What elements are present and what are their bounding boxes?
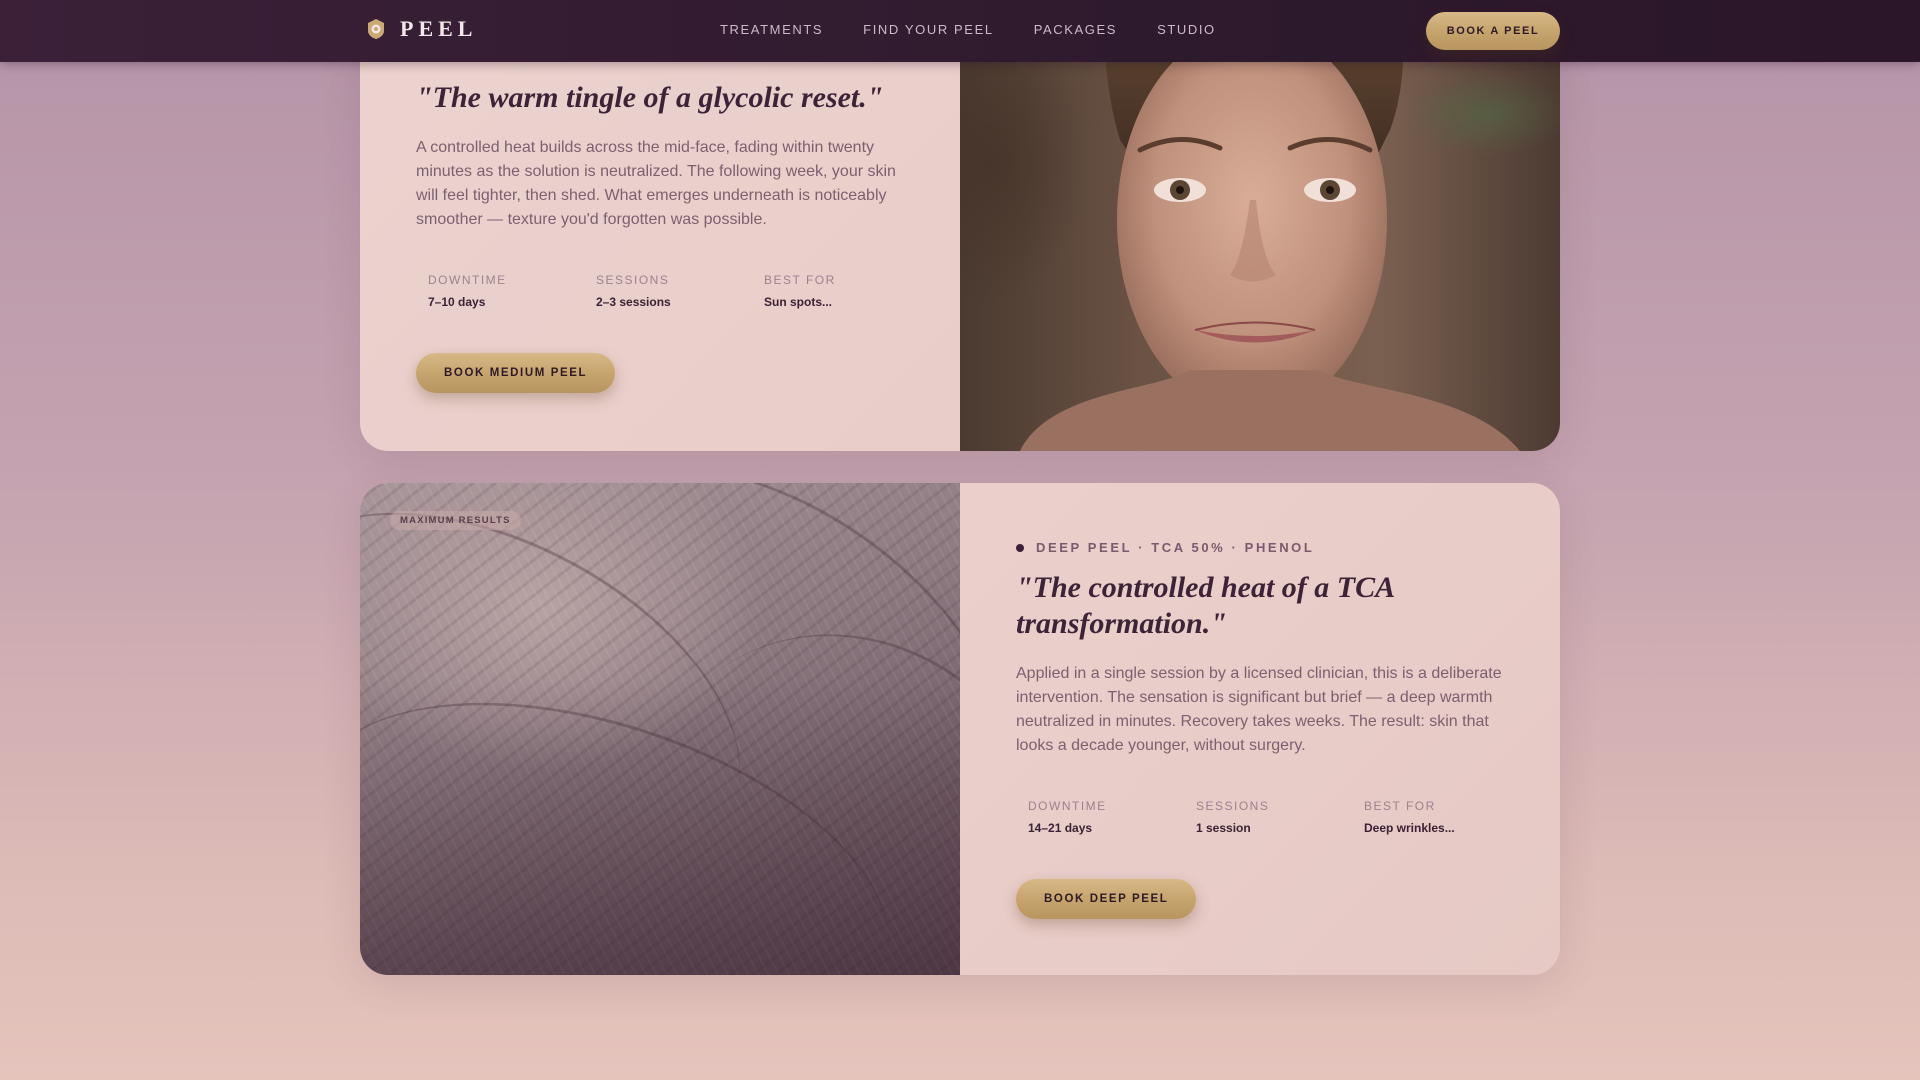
maximum-results-badge: MAXIMUM RESULTS (390, 511, 521, 530)
nav-link-treatments[interactable]: TREATMENTS (720, 22, 823, 37)
deep-peel-text-panel: DEEP PEEL · TCA 50% · PHENOL "The contro… (960, 483, 1560, 975)
nav-link-studio[interactable]: STUDIO (1157, 22, 1216, 37)
stat-sessions: SESSIONS 1 session (1196, 799, 1364, 835)
brand-name: PEEL (400, 16, 478, 41)
medium-peel-card: "The warm tingle of a glycolic reset." A… (360, 0, 1560, 451)
book-deep-peel-button[interactable]: BOOK DEEP PEEL (1016, 879, 1197, 919)
stat-value: 2–3 sessions (596, 295, 671, 309)
bullet-dot-icon (1016, 543, 1024, 552)
brand-logo[interactable]: PEEL (366, 16, 477, 42)
book-medium-peel-button[interactable]: BOOK MEDIUM PEEL (416, 353, 616, 393)
stat-label: BEST FOR (1364, 799, 1436, 813)
nav-link-find-your-peel[interactable]: FIND YOUR PEEL (863, 22, 994, 37)
deep-peel-kicker: DEEP PEEL · TCA 50% · PHENOL (1016, 540, 1314, 555)
medium-peel-stats: DOWNTIME 7–10 days SESSIONS 2–3 sessions… (428, 273, 932, 309)
kicker-text: DEEP PEEL · TCA 50% · PHENOL (1036, 540, 1315, 555)
stat-label: DOWNTIME (1028, 799, 1107, 813)
stat-best-for: BEST FOR Sun spots... (764, 273, 932, 309)
image-shade (360, 483, 960, 975)
stat-label: SESSIONS (1196, 799, 1270, 813)
medium-peel-quote: "The warm tingle of a glycolic reset." (416, 81, 884, 114)
stat-downtime: DOWNTIME 14–21 days (1028, 799, 1196, 835)
logo-icon (368, 19, 384, 39)
deep-peel-description: Applied in a single session by a license… (1016, 665, 1502, 754)
stat-label: SESSIONS (596, 273, 670, 287)
main-menu: TREATMENTS FIND YOUR PEEL PACKAGES STUDI… (720, 22, 1216, 37)
stat-value: Sun spots... (764, 295, 833, 309)
nav-link-packages[interactable]: PACKAGES (1034, 22, 1117, 37)
woman-face-illustration (1020, 0, 1520, 451)
book-a-peel-button[interactable]: BOOK A PEEL (1426, 12, 1560, 50)
woman-portrait-image (960, 0, 1560, 451)
deep-peel-quote: "The controlled heat of a TCA transforma… (1016, 571, 1394, 640)
stat-value: 7–10 days (428, 295, 486, 309)
medium-peel-text-panel: "The warm tingle of a glycolic reset." A… (360, 0, 960, 451)
skin-texture-image: MAXIMUM RESULTS (360, 483, 960, 975)
stat-label: BEST FOR (764, 273, 836, 287)
deep-peel-card: MAXIMUM RESULTS DEEP PEEL · TCA 50% · PH… (360, 483, 1560, 975)
stat-value: Deep wrinkles... (1364, 821, 1455, 835)
medium-peel-description: A controlled heat builds across the mid-… (416, 139, 896, 228)
top-navigation: PEEL TREATMENTS FIND YOUR PEEL PACKAGES … (0, 0, 1920, 62)
stat-label: DOWNTIME (428, 273, 507, 287)
stat-value: 1 session (1196, 821, 1251, 835)
stat-sessions: SESSIONS 2–3 sessions (596, 273, 764, 309)
deep-peel-stats: DOWNTIME 14–21 days SESSIONS 1 session B… (1028, 799, 1532, 835)
stat-best-for: BEST FOR Deep wrinkles... (1364, 799, 1532, 835)
stat-value: 14–21 days (1028, 821, 1093, 835)
stat-downtime: DOWNTIME 7–10 days (428, 273, 596, 309)
